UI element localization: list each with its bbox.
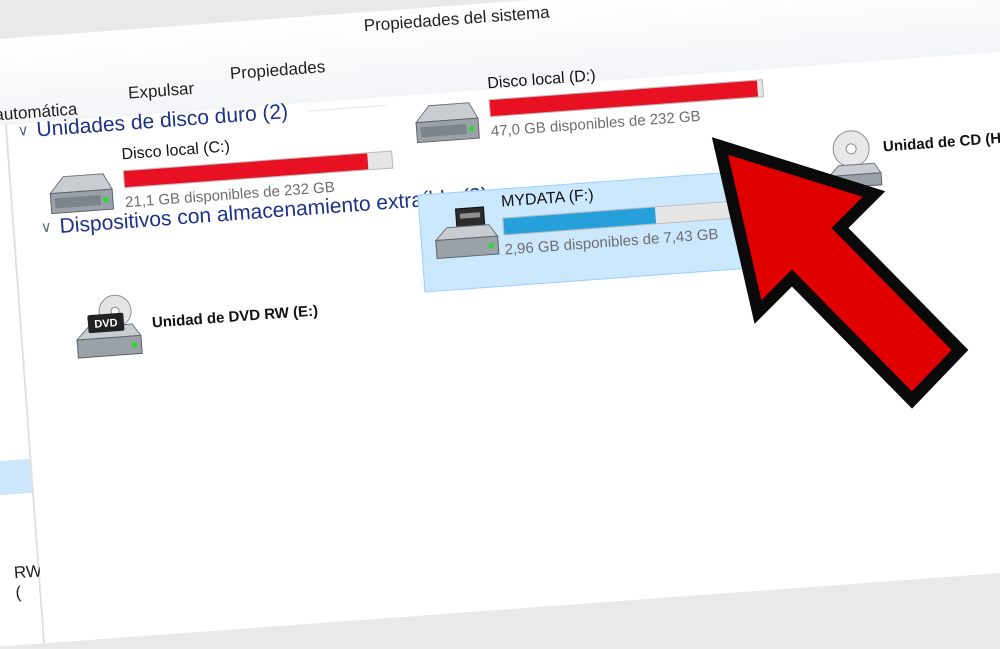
dvd-drive-icon: DVD: [75, 294, 143, 359]
hard-drive-icon: [415, 102, 480, 144]
usb-drive-icon: [434, 206, 500, 260]
properties-button[interactable]: Propiedades: [229, 57, 326, 84]
eject-button[interactable]: Expulsar: [127, 79, 194, 104]
drive-name: Unidad de DVD RW (E:): [151, 302, 319, 332]
red-arrow-annotation: [711, 137, 969, 409]
nav-selected-item[interactable]: [0, 458, 33, 497]
chevron-down-icon[interactable]: ∨: [40, 218, 52, 237]
system-properties-button[interactable]: Propiedades del sistema: [363, 3, 550, 37]
chevron-down-icon[interactable]: ∨: [17, 121, 29, 140]
drive-name: MYDATA (F:): [500, 186, 595, 211]
usage-bar-fill: [503, 207, 656, 235]
drive-name: Disco local (C:): [121, 138, 231, 164]
group-divider: [306, 104, 387, 112]
drive-tile-e[interactable]: DVD Unidad de DVD RW (E:): [67, 269, 372, 371]
dvd-logo: DVD: [94, 317, 118, 331]
